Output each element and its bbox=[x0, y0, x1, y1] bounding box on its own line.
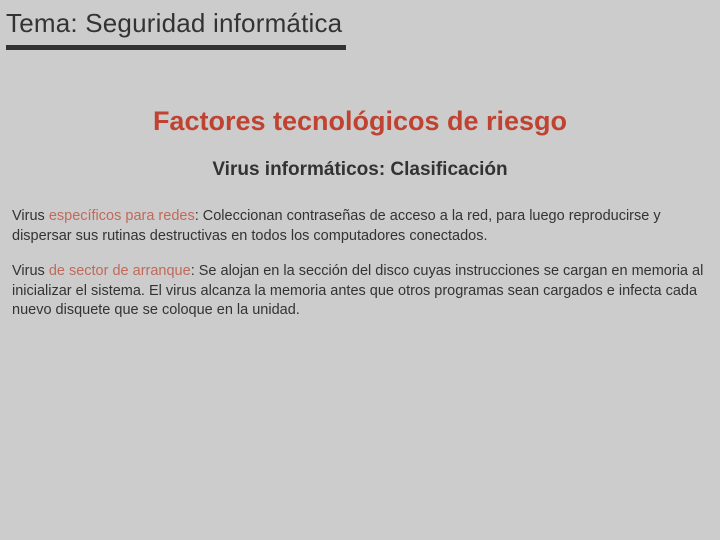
topic-underline bbox=[6, 45, 346, 50]
term-network: específicos para redes bbox=[49, 208, 195, 224]
paragraph-prefix: Virus bbox=[12, 208, 49, 224]
paragraph-network-viruses: Virus específicos para redes: Colecciona… bbox=[12, 207, 708, 246]
paragraph-prefix: Virus bbox=[12, 263, 49, 279]
paragraph-boot-sector-viruses: Virus de sector de arranque: Se alojan e… bbox=[12, 262, 708, 321]
sub-heading: Virus informáticos: Clasificación bbox=[0, 159, 720, 181]
main-heading: Factores tecnológicos de riesgo bbox=[0, 106, 720, 137]
term-boot-sector: de sector de arranque bbox=[49, 263, 191, 279]
body-content: Virus específicos para redes: Colecciona… bbox=[0, 207, 720, 321]
topic-title: Tema: Seguridad informática bbox=[0, 0, 720, 43]
